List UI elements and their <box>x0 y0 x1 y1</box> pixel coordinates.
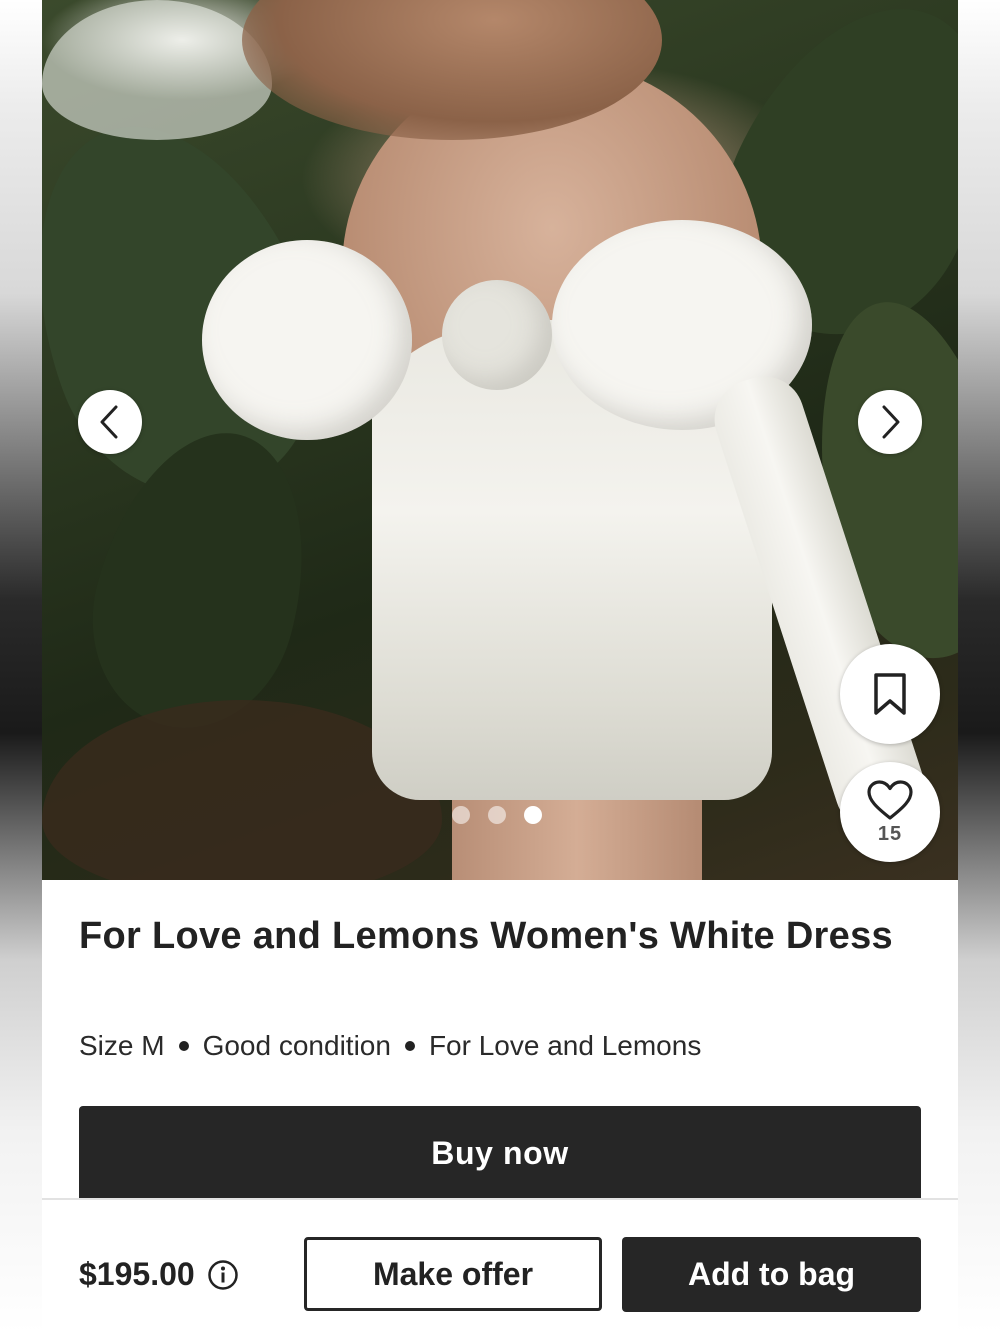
left-puff-sleeve <box>202 240 412 440</box>
heart-icon <box>867 779 913 820</box>
carousel-indicator <box>452 806 542 824</box>
save-button[interactable] <box>840 644 940 744</box>
separator-dot <box>178 1041 189 1051</box>
product-title: For Love and Lemons Women's White Dress <box>79 915 893 957</box>
foliage-decoration <box>66 409 338 751</box>
previous-image-button[interactable] <box>78 390 142 454</box>
buy-now-button[interactable]: Buy now <box>79 1106 921 1200</box>
carousel-dot[interactable] <box>488 806 506 824</box>
brand-label[interactable]: For Love and Lemons <box>429 1030 701 1062</box>
like-count: 15 <box>877 822 903 845</box>
product-meta: Size M Good condition For Love and Lemon… <box>79 1030 701 1062</box>
condition-label: Good condition <box>202 1030 391 1061</box>
foliage-decoration <box>42 0 272 140</box>
next-image-button[interactable] <box>858 390 922 454</box>
add-to-bag-button[interactable]: Add to bag <box>622 1237 921 1312</box>
bookmark-icon <box>874 673 906 715</box>
bow <box>442 280 552 390</box>
chevron-left-icon <box>100 405 118 439</box>
product-image-carousel[interactable]: 15 <box>42 0 958 880</box>
size-label: Size M <box>79 1030 165 1061</box>
chevron-right-icon <box>882 405 900 439</box>
separator-dot <box>404 1041 415 1051</box>
product-page: 15 For Love and Lemons Women's White Dre… <box>42 0 958 1333</box>
like-button[interactable]: 15 <box>840 762 940 862</box>
carousel-dot-active[interactable] <box>524 806 542 824</box>
carousel-dot[interactable] <box>452 806 470 824</box>
make-offer-button[interactable]: Make offer <box>304 1237 602 1311</box>
price: $195.00 <box>79 1256 195 1292</box>
info-icon[interactable] <box>207 1259 239 1291</box>
price-area: $195.00 <box>79 1256 239 1293</box>
